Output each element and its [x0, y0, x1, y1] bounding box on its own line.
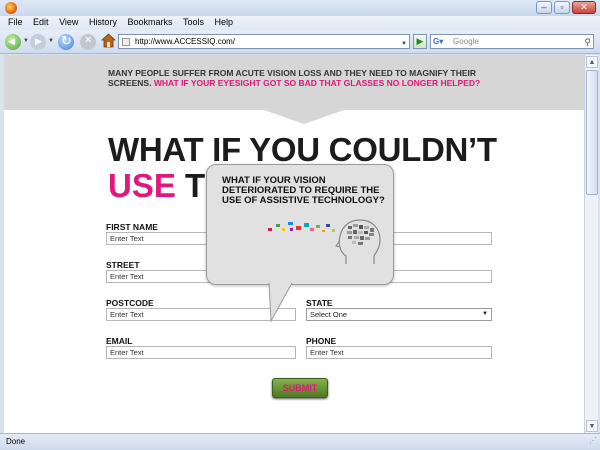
scroll-down-icon[interactable]: ▼ — [586, 420, 598, 432]
chevron-down-icon: ▼ — [482, 311, 488, 317]
menu-history[interactable]: History — [89, 16, 117, 27]
state-label: STATE — [306, 298, 333, 308]
menu-edit[interactable]: Edit — [33, 16, 49, 27]
bubble-tail — [268, 283, 293, 323]
vertical-scrollbar[interactable]: ▲ ▼ — [584, 55, 598, 433]
first-name-label: FIRST NAME — [106, 222, 158, 232]
submit-button[interactable]: SUBMIT — [272, 378, 328, 398]
headline-pink-word: USE — [108, 167, 176, 204]
bubble-text: WHAT IF YOUR VISION DETERIORATED TO REQU… — [222, 175, 385, 206]
resize-grip-icon[interactable]: ⋰ — [589, 433, 597, 448]
menu-tools[interactable]: Tools — [183, 16, 204, 27]
city-input[interactable] — [390, 270, 492, 283]
url-input[interactable]: http://www.ACCESSIQ.com/ ▼ — [118, 34, 410, 49]
go-button[interactable]: ▶ — [413, 34, 427, 49]
scrollbar-thumb[interactable] — [586, 70, 598, 195]
page-viewport: MANY PEOPLE SUFFER FROM ACUTE VISION LOS… — [4, 55, 584, 433]
postcode-label: POSTCODE — [106, 298, 154, 308]
search-icon[interactable]: ⚲ — [584, 36, 591, 49]
window-controls: – ▫ ✕ — [536, 1, 596, 14]
menu-bar: File Edit View History Bookmarks Tools H… — [0, 16, 600, 30]
phone-label: PHONE — [306, 336, 337, 346]
state-selected-value: Select One — [310, 310, 348, 319]
page-favicon-icon — [122, 38, 130, 46]
page-headline: WHAT IF YOU COULDN’T — [108, 131, 497, 168]
back-button[interactable] — [5, 34, 21, 50]
brain-head-icon — [268, 219, 381, 264]
state-select[interactable]: Select One ▼ — [306, 308, 492, 321]
url-dropdown-icon[interactable]: ▼ — [401, 38, 407, 51]
forward-history-dropdown-icon[interactable]: ▼ — [48, 38, 54, 44]
url-text: http://www.ACCESSIQ.com/ — [135, 37, 236, 46]
close-button[interactable]: ✕ — [572, 1, 596, 14]
status-text: Done — [6, 437, 26, 446]
banner-highlight-text: WHAT IF YOUR EYESIGHT GOT SO BAD THAT GL… — [153, 78, 481, 88]
scroll-up-icon[interactable]: ▲ — [586, 56, 598, 68]
email-label: EMAIL — [106, 336, 133, 346]
menu-view[interactable]: View — [59, 16, 78, 27]
status-bar: Done ⋰ — [0, 433, 600, 450]
menu-file[interactable]: File — [8, 16, 23, 27]
minimize-button[interactable]: – — [536, 1, 552, 14]
menu-help[interactable]: Help — [215, 16, 234, 27]
email-input[interactable] — [106, 346, 296, 359]
last-name-input[interactable] — [390, 232, 492, 245]
street-label: STREET — [106, 260, 140, 270]
search-input[interactable]: G▾ Google ⚲ — [430, 34, 594, 49]
firefox-icon — [5, 2, 17, 14]
maximize-button[interactable]: ▫ — [554, 1, 570, 14]
navigation-toolbar: ▼ ▼ http://www.ACCESSIQ.com/ ▼ ▶ G▾ Goog… — [0, 30, 600, 54]
banner-pointer — [264, 110, 344, 124]
reload-button[interactable] — [58, 33, 74, 50]
banner-text: MANY PEOPLE SUFFER FROM ACUTE VISION LOS… — [108, 68, 508, 88]
stop-button[interactable] — [80, 34, 96, 50]
google-engine-icon[interactable]: G▾ — [433, 37, 449, 47]
title-bar: – ▫ ✕ — [0, 0, 600, 16]
intro-banner: MANY PEOPLE SUFFER FROM ACUTE VISION LOS… — [4, 55, 584, 110]
phone-input[interactable] — [306, 346, 492, 359]
search-placeholder: Google — [453, 37, 479, 46]
home-icon — [101, 33, 116, 48]
back-history-dropdown-icon[interactable]: ▼ — [23, 38, 29, 44]
forward-button[interactable] — [30, 34, 46, 50]
menu-bookmarks[interactable]: Bookmarks — [127, 16, 172, 27]
home-button[interactable] — [101, 33, 116, 48]
